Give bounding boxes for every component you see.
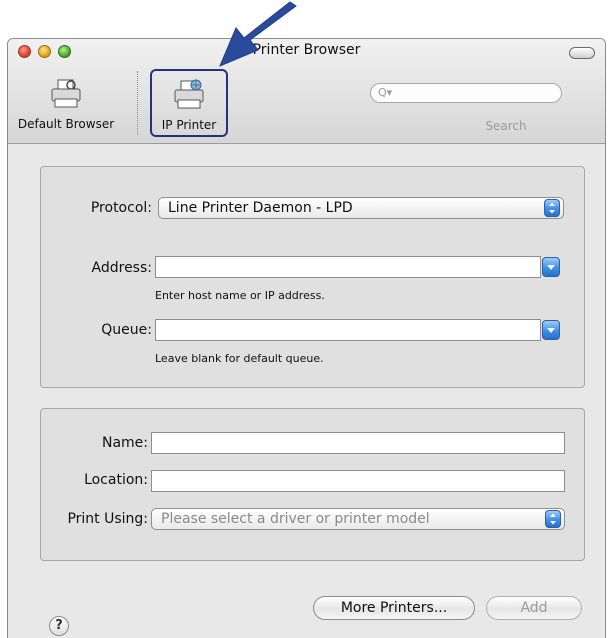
window-title: Printer Browser: [252, 42, 361, 58]
address-hint: Enter host name or IP address.: [155, 289, 325, 302]
magnifier-icon: Q▾: [378, 86, 393, 99]
name-label: Name:: [101, 435, 148, 451]
address-label: Address:: [91, 260, 152, 276]
location-label: Location:: [84, 472, 148, 488]
queue-dropdown-button[interactable]: [542, 320, 560, 340]
search-label: Search: [485, 119, 527, 133]
queue-label: Queue:: [101, 322, 152, 338]
search-box: Q▾: [370, 83, 562, 105]
ip-printer-tool[interactable]: IP Printer: [150, 69, 228, 137]
ip-printer-label: IP Printer: [161, 118, 217, 132]
protocol-value: Line Printer Daemon - LPD: [168, 200, 353, 216]
toolbar: Printer Browser Default Browser IP Print…: [8, 39, 605, 144]
more-printers-button[interactable]: More Printers...: [313, 596, 475, 620]
updown-arrows-icon: [544, 199, 560, 217]
print-using-label: Print Using:: [67, 511, 148, 527]
default-browser-label: Default Browser: [17, 117, 115, 131]
queue-hint: Leave blank for default queue.: [155, 352, 324, 365]
add-button[interactable]: Add: [486, 596, 582, 620]
callout-arrow-icon: [219, 1, 297, 67]
protocol-popup[interactable]: Line Printer Daemon - LPD: [158, 197, 564, 219]
print-using-value: Please select a driver or printer model: [161, 511, 430, 527]
printer-icon: [51, 79, 81, 108]
screen: Printer Browser Default Browser IP Print…: [0, 0, 611, 638]
chevron-down-icon: [547, 328, 555, 333]
chevron-down-icon: [547, 265, 555, 270]
address-combo-input[interactable]: [155, 256, 541, 278]
location-field[interactable]: [151, 470, 565, 492]
name-field[interactable]: [151, 432, 565, 454]
protocol-label: Protocol:: [90, 200, 152, 216]
printer-browser-window: Printer Browser Default Browser IP Print…: [7, 38, 606, 638]
network-printer-icon: [174, 79, 204, 109]
print-using-popup[interactable]: Please select a driver or printer model: [151, 508, 565, 530]
help-button[interactable]: ?: [49, 616, 69, 636]
toolbar-separator: [137, 71, 138, 135]
default-browser-tool[interactable]: Default Browser: [8, 69, 124, 137]
search-input[interactable]: Q▾: [370, 83, 562, 103]
updown-arrows-icon: [545, 510, 561, 528]
queue-combo-input[interactable]: [155, 319, 541, 341]
toolbar-toggle-button[interactable]: [569, 47, 595, 59]
address-dropdown-button[interactable]: [542, 257, 560, 277]
